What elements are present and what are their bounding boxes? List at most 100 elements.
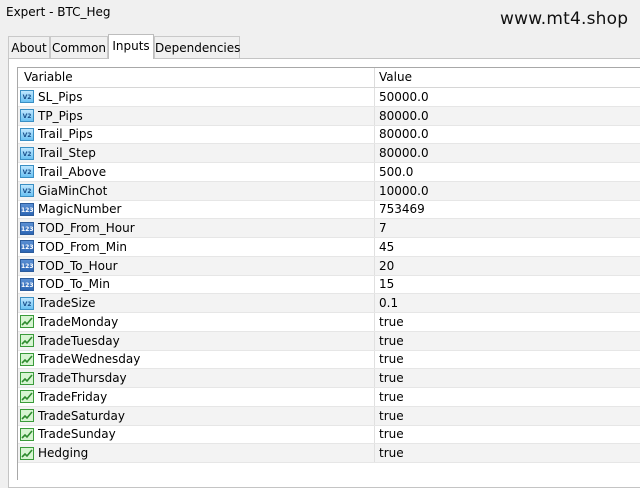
variable-name: TradeSaturday [38,408,125,423]
variable-name: TradeSize [38,296,96,311]
variable-cell: V2 TradeSize [18,294,375,312]
int-icon: 123 [20,240,34,254]
variable-name: TOD_From_Min [38,239,128,254]
variable-name: TOD_From_Hour [38,221,135,236]
table-row[interactable]: V2 Trail_Above 500.0 [18,163,640,182]
variable-name: TP_Pips [38,108,83,123]
window-title: Expert - BTC_Heg [6,5,111,19]
value-cell[interactable]: true [375,390,404,404]
value-cell[interactable]: 753469 [375,202,425,216]
variable-cell: V2 GiaMinChot [18,181,375,200]
variable-cell: V2 Trail_Above [18,163,375,181]
variable-cell: Hedging [18,444,375,462]
variable-cell: V2 TP_Pips [18,106,375,125]
table-row[interactable]: TradeTuesday true [18,331,640,351]
variable-cell: TradeMonday [18,313,375,331]
value-cell[interactable]: 500.0 [375,165,413,179]
table-row[interactable]: TradeSunday true [18,425,640,445]
int-icon: 123 [20,277,34,291]
tab-about[interactable]: About [8,36,50,58]
value-cell[interactable]: true [375,352,404,366]
double-icon: V2 [20,90,34,104]
value-cell[interactable]: 50000.0 [375,90,429,104]
variable-cell: TradeTuesday [18,331,375,350]
value-cell[interactable]: true [375,427,404,441]
value-cell[interactable]: 45 [375,240,394,254]
table-row[interactable]: 123 TOD_To_Hour 20 [18,256,640,276]
variable-name: TOD_To_Hour [38,258,118,273]
table-row[interactable]: V2 TP_Pips 80000.0 [18,106,640,126]
variable-cell: 123 TOD_To_Hour [18,256,375,275]
variable-cell: 123 TOD_From_Hour [18,219,375,237]
variable-name: TradeSunday [38,427,116,442]
variable-cell: TradeSaturday [18,406,375,425]
value-cell[interactable]: 15 [375,277,394,291]
value-cell[interactable]: 10000.0 [375,184,429,198]
variable-name: TradeMonday [38,314,119,329]
table-row[interactable]: TradeSaturday true [18,406,640,426]
table-row[interactable]: V2 Trail_Step 80000.0 [18,144,640,163]
double-icon: V2 [20,184,34,198]
value-cell[interactable]: true [375,409,404,423]
table-row[interactable]: TradeMonday true [18,313,640,332]
value-cell[interactable]: 80000.0 [375,109,429,123]
value-cell[interactable]: 20 [375,259,394,273]
variable-cell: 123 TOD_To_Min [18,275,375,294]
table-row[interactable]: TradeFriday true [18,388,640,407]
inputs-table: Variable Value V2 SL_Pips 50000.0 V2 TP_Pips… [17,67,640,480]
value-cell[interactable]: true [375,446,404,460]
variable-cell: 123 MagicNumber [18,200,375,219]
column-header-value[interactable]: Value [375,68,412,87]
table-row[interactable]: 123 TOD_From_Hour 7 [18,219,640,238]
value-cell[interactable]: 80000.0 [375,146,429,160]
watermark-text: www.mt4.shop [500,9,629,29]
variable-cell: V2 Trail_Pips [18,125,375,144]
bool-icon [20,446,34,460]
table-row[interactable]: 123 TOD_To_Min 15 [18,275,640,295]
table-row[interactable]: V2 TradeSize 0.1 [18,294,640,313]
table-row[interactable]: V2 GiaMinChot 10000.0 [18,181,640,201]
variable-name: TradeWednesday [38,352,141,367]
table-row[interactable]: V2 Trail_Pips 80000.0 [18,125,640,145]
tab-common[interactable]: Common [50,36,108,58]
variable-name: TradeThursday [38,371,127,386]
variable-name: TOD_To_Min [38,277,110,292]
variable-cell: TradeThursday [18,369,375,387]
variable-name: Trail_Pips [38,127,93,142]
double-icon: V2 [20,109,34,123]
value-cell[interactable]: true [375,315,404,329]
tab-dependencies[interactable]: Dependencies [154,36,240,58]
double-icon: V2 [20,127,34,141]
variable-name: Hedging [38,446,89,461]
table-row[interactable]: 123 TOD_From_Min 45 [18,238,640,257]
table-row[interactable]: TradeWednesday true [18,350,640,370]
bool-icon [20,371,34,385]
int-icon: 123 [20,221,34,235]
variable-name: Trail_Step [38,146,96,161]
table-row[interactable]: 123 MagicNumber 753469 [18,200,640,220]
variable-name: MagicNumber [38,202,122,217]
variable-cell: TradeFriday [18,388,375,406]
value-cell[interactable]: 0.1 [375,296,398,310]
variable-name: SL_Pips [38,89,83,104]
variable-cell: TradeWednesday [18,350,375,369]
table-row[interactable]: TradeThursday true [18,369,640,388]
table-row[interactable]: Hedging true [18,444,640,463]
variable-cell: V2 SL_Pips [18,88,375,106]
variable-name: GiaMinChot [38,183,108,198]
value-cell[interactable]: true [375,371,404,385]
tab-inputs[interactable]: Inputs [108,34,154,59]
variable-cell: V2 Trail_Step [18,144,375,162]
value-cell[interactable]: 7 [375,221,387,235]
variable-name: Trail_Above [38,164,107,179]
column-header-variable[interactable]: Variable [18,68,375,87]
bool-icon [20,315,34,329]
table-row[interactable]: V2 SL_Pips 50000.0 [18,88,640,107]
value-cell[interactable]: 80000.0 [375,127,429,141]
variable-name: TradeFriday [38,389,108,404]
bool-icon [20,390,34,404]
variable-cell: 123 TOD_From_Min [18,238,375,256]
value-cell[interactable]: true [375,334,404,348]
double-icon: V2 [20,146,34,160]
double-icon: V2 [20,165,34,179]
